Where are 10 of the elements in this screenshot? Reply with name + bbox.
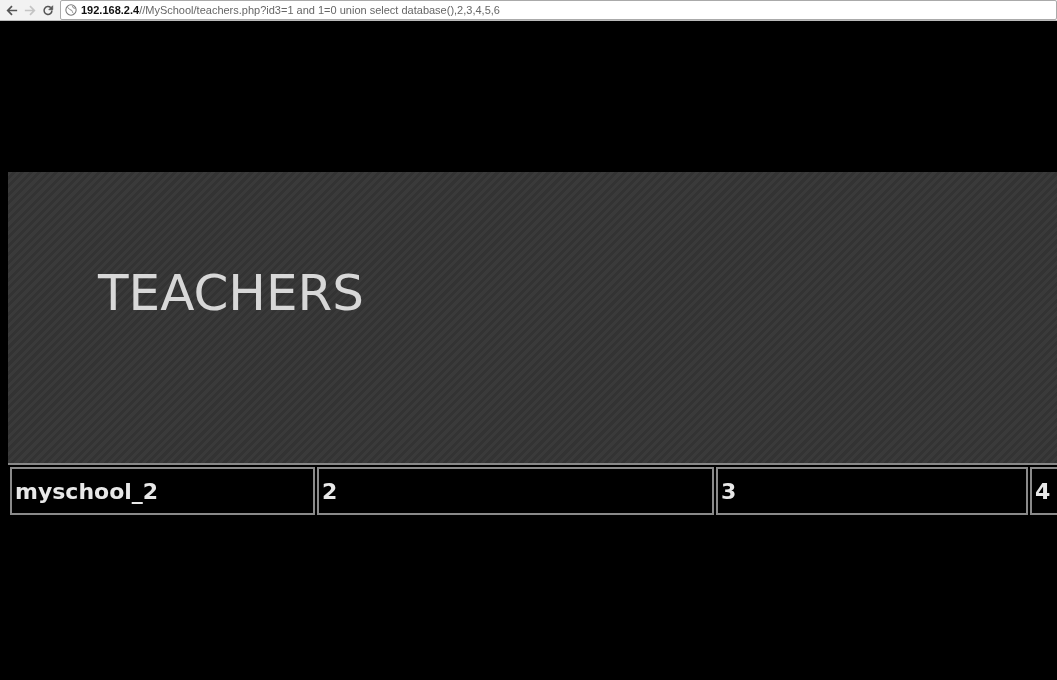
globe-icon <box>65 4 77 16</box>
reload-icon[interactable] <box>42 4 54 16</box>
address-bar[interactable]: 192.168.2.4//MySchool/teachers.php?id3=1 and 1=0 union select database(),2,3,4,5,6 <box>60 0 1057 20</box>
page-heading: TEACHERS <box>98 263 365 322</box>
back-icon[interactable] <box>6 4 18 16</box>
table-cell: 2 <box>317 467 714 515</box>
table-cell: 4 <box>1030 467 1057 515</box>
url-text: 192.168.2.4//MySchool/teachers.php?id3=1 and 1=0 union select database(),2,3,4,5,6 <box>81 4 500 16</box>
table-cell: myschool_2 <box>10 467 315 515</box>
table-cell: 3 <box>716 467 1028 515</box>
